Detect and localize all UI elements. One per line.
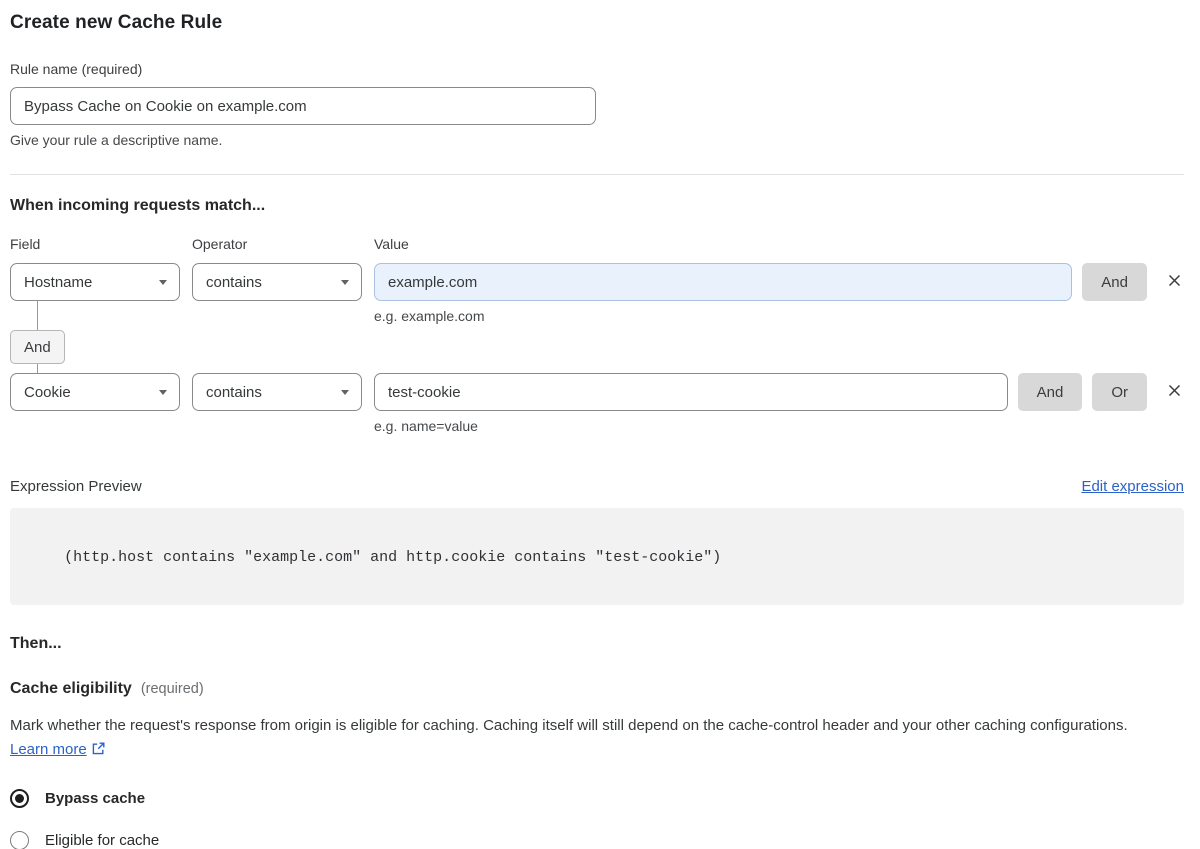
radio-selected-icon bbox=[10, 789, 29, 808]
value-cell-row-1: And e.g. example.com bbox=[374, 263, 1184, 324]
condition-row-2: Cookie contains And Or e.g. name=value bbox=[10, 373, 1184, 434]
and-button-row-1[interactable]: And bbox=[1082, 263, 1147, 301]
value-input-row-1[interactable] bbox=[374, 263, 1073, 301]
create-cache-rule-page: Create new Cache Rule Rule name (require… bbox=[0, 0, 1200, 849]
edit-expression-link[interactable]: Edit expression bbox=[1081, 478, 1184, 495]
rule-name-label: Rule name (required) bbox=[10, 61, 143, 77]
value-input-row-2[interactable] bbox=[374, 373, 1008, 411]
section-divider bbox=[10, 174, 1184, 175]
cache-eligibility-description: Mark whether the request's response from… bbox=[10, 714, 1170, 764]
field-select-cookie[interactable]: Cookie bbox=[10, 373, 180, 411]
field-select-value: Hostname bbox=[24, 273, 93, 291]
chevron-down-icon bbox=[159, 389, 167, 395]
field-select-hostname[interactable]: Hostname bbox=[10, 263, 180, 301]
external-link-icon bbox=[91, 740, 106, 764]
close-icon bbox=[1165, 381, 1184, 403]
expression-code-block: (http.host contains "example.com" and ht… bbox=[10, 508, 1184, 605]
radio-eligible-for-cache-label: Eligible for cache bbox=[45, 832, 160, 849]
operator-select-row-1[interactable]: contains bbox=[192, 263, 362, 301]
expression-preview-label: Expression Preview bbox=[10, 478, 142, 495]
condition-column-labels: Field Operator Value bbox=[10, 236, 1184, 252]
and-button-row-2[interactable]: And bbox=[1017, 373, 1083, 411]
close-icon bbox=[1165, 271, 1184, 293]
expression-preview-header: Expression Preview Edit expression bbox=[10, 478, 1184, 495]
radio-unselected-icon bbox=[10, 831, 29, 849]
radio-eligible-for-cache[interactable]: Eligible for cache bbox=[10, 831, 1184, 849]
rule-name-group: Rule name (required) Give your rule a de… bbox=[10, 61, 1184, 148]
or-button-row-2[interactable]: Or bbox=[1092, 373, 1147, 411]
condition-row-1: Hostname contains And e.g. example.com bbox=[10, 263, 1184, 324]
chevron-down-icon bbox=[341, 279, 349, 285]
remove-condition-button-row-2[interactable] bbox=[1165, 381, 1184, 403]
page-title: Create new Cache Rule bbox=[10, 12, 223, 33]
field-column-label: Field bbox=[10, 236, 41, 252]
learn-more-link[interactable]: Learn more bbox=[10, 741, 87, 758]
value-column-label: Value bbox=[374, 236, 409, 252]
chevron-down-icon bbox=[341, 389, 349, 395]
and-connector-button[interactable]: And bbox=[10, 330, 65, 364]
operator-select-row-2[interactable]: contains bbox=[192, 373, 362, 411]
field-select-value: Cookie bbox=[24, 383, 71, 401]
required-note: (required) bbox=[140, 681, 204, 697]
expression-code: (http.host contains "example.com" and ht… bbox=[64, 549, 722, 566]
cache-eligibility-heading: Cache eligibility (required) bbox=[10, 680, 1184, 698]
operator-column-label: Operator bbox=[192, 236, 248, 252]
operator-select-value: contains bbox=[206, 273, 262, 291]
value-cell-row-2: And Or e.g. name=value bbox=[374, 373, 1184, 434]
condition-connector: And bbox=[10, 300, 1184, 373]
value-hint-row-2: e.g. name=value bbox=[374, 418, 478, 434]
value-hint-row-1: e.g. example.com bbox=[374, 308, 485, 324]
rule-name-helper: Give your rule a descriptive name. bbox=[10, 132, 223, 148]
operator-select-value: contains bbox=[206, 383, 262, 401]
match-section-heading: When incoming requests match... bbox=[10, 197, 266, 214]
cache-eligibility-title: Cache eligibility bbox=[10, 680, 132, 697]
chevron-down-icon bbox=[159, 279, 167, 285]
radio-bypass-cache[interactable]: Bypass cache bbox=[10, 789, 1184, 808]
then-heading: Then... bbox=[10, 635, 62, 652]
rule-name-input[interactable] bbox=[10, 87, 596, 125]
remove-condition-button-row-1[interactable] bbox=[1165, 271, 1184, 293]
